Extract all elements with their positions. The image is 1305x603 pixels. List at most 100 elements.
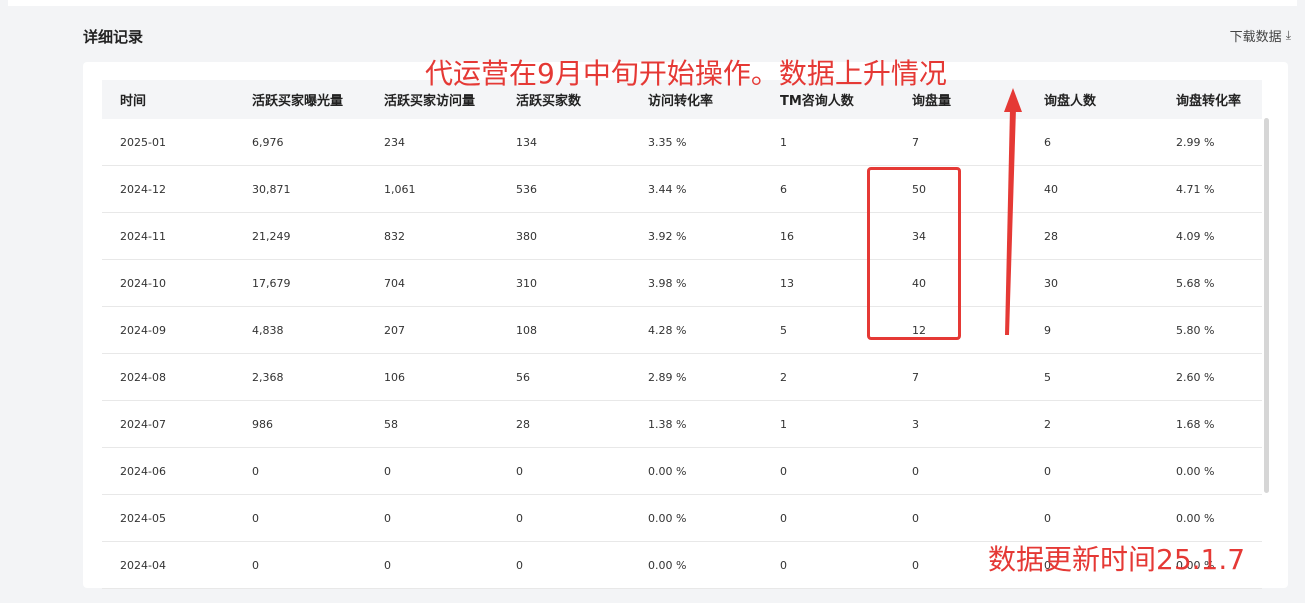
table-row: 2024-08 2,368 106 56 2.89 % 2 7 5 2.60 % (102, 353, 1262, 401)
table-cell: 6 (1026, 119, 1158, 166)
table-cell: 7 (894, 119, 1026, 166)
table-cell: 2025-01 (102, 119, 234, 166)
table-cell: 0 (366, 494, 498, 542)
table-cell: 986 (234, 400, 366, 448)
table-row: 2024-11 21,249 832 380 3.92 % 16 34 28 4.09 % (102, 212, 1262, 260)
table-cell: 2024-06 (102, 447, 234, 495)
table-cell: 1.68 % (1158, 400, 1262, 448)
table-cell: 17,679 (234, 259, 366, 307)
table-cell: 2024-10 (102, 259, 234, 307)
table-cell: 3.98 % (630, 259, 762, 307)
table-cell: 1 (762, 400, 894, 448)
table-cell: 0.00 % (1158, 494, 1262, 542)
table-cell: 0 (234, 541, 366, 589)
table-cell: 0.00 % (630, 447, 762, 495)
table-cell: 0 (498, 541, 630, 589)
table-cell: 134 (498, 119, 630, 166)
table-cell: 234 (366, 119, 498, 166)
table-cell: 4.28 % (630, 306, 762, 354)
table-cell: 0.00 % (630, 541, 762, 589)
table-cell: 1,061 (366, 165, 498, 213)
table-row: 2024-07 986 58 28 1.38 % 1 3 2 1.68 % (102, 400, 1262, 448)
table-row: 2024-10 17,679 704 310 3.98 % 13 40 30 5.68 % (102, 259, 1262, 307)
column-header: 活跃买家曝光量 (252, 94, 344, 109)
table-cell: 2024-04 (102, 541, 234, 589)
table-cell: 21,249 (234, 212, 366, 260)
table-row: 2025-01 6,976 234 134 3.35 % 1 7 6 2.99 % (102, 119, 1262, 166)
table-cell: 3.44 % (630, 165, 762, 213)
table-cell: 6,976 (234, 119, 366, 166)
table-cell: 832 (366, 212, 498, 260)
table-cell: 380 (498, 212, 630, 260)
table-cell: 4.71 % (1158, 165, 1262, 213)
table-cell: 2024-12 (102, 165, 234, 213)
table-cell: 2.99 % (1158, 119, 1262, 166)
table-cell: 5.80 % (1158, 306, 1262, 354)
table-cell: 2024-08 (102, 353, 234, 401)
table-cell: 0 (1026, 494, 1158, 542)
table-cell: 7 (894, 353, 1026, 401)
download-icon: ⤓ (1285, 28, 1291, 42)
download-data-button[interactable]: 下载数据 ⤓ (1230, 26, 1291, 45)
table-cell: 0 (366, 541, 498, 589)
table-cell: 108 (498, 306, 630, 354)
table-cell: 30 (1026, 259, 1158, 307)
table-container: 时间 活跃买家曝光量 活跃买家访问量 活跃买家数 访问转化率 TM咨询人数 询盘量 询盘人数询… (102, 80, 1270, 589)
table-cell: 0 (762, 447, 894, 495)
annotation-update-time: 数据更新时间25.1.7 (988, 543, 1246, 576)
table-cell: 2.60 % (1158, 353, 1262, 401)
table-cell: 3.35 % (630, 119, 762, 166)
detail-records-table: 时间 活跃买家曝光量 活跃买家访问量 活跃买家数 访问转化率 TM咨询人数 询盘量 询盘人数询… (102, 80, 1262, 589)
table-cell: 5 (1026, 353, 1158, 401)
table-cell: 3.92 % (630, 212, 762, 260)
table-cell: 2024-11 (102, 212, 234, 260)
table-cell: 2 (1026, 400, 1158, 448)
table-cell: 0 (498, 447, 630, 495)
table-cell: 0 (894, 447, 1026, 495)
table-cell: 28 (1026, 212, 1158, 260)
table-cell: 1.38 % (630, 400, 762, 448)
table-cell: 0.00 % (1158, 447, 1262, 495)
table-cell: 207 (366, 306, 498, 354)
table-cell: 2024-09 (102, 306, 234, 354)
table-cell: 0.00 % (630, 494, 762, 542)
table-cell: 4.09 % (1158, 212, 1262, 260)
table-row: 2024-06 0 0 0 0.00 % 0 0 0 0.00 % (102, 447, 1262, 495)
table-cell: 0 (234, 494, 366, 542)
table-cell: 30,871 (234, 165, 366, 213)
table-scrollbar[interactable] (1264, 118, 1269, 493)
inquiry-highlight-box (867, 167, 961, 340)
table-cell: 3 (894, 400, 1026, 448)
table-cell: 2024-05 (102, 494, 234, 542)
annotation-title: 代运营在9月中旬开始操作。数据上升情况 (425, 57, 947, 90)
table-cell: 0 (762, 494, 894, 542)
table-cell: 2 (762, 353, 894, 401)
table-row: 2024-09 4,838 207 108 4.28 % 5 12 9 5.80 % (102, 306, 1262, 354)
table-cell: 0 (762, 541, 894, 589)
table-cell: 310 (498, 259, 630, 307)
table-cell: 5.68 % (1158, 259, 1262, 307)
table-row: 2024-05 0 0 0 0.00 % 0 0 0 0.00 % (102, 494, 1262, 542)
table-cell: 0 (1026, 447, 1158, 495)
table-cell: 2.89 % (630, 353, 762, 401)
table-cell: 0 (234, 447, 366, 495)
table-cell: 0 (894, 494, 1026, 542)
table-cell: 58 (366, 400, 498, 448)
table-cell: 0 (366, 447, 498, 495)
table-cell: 704 (366, 259, 498, 307)
table-cell: 0 (498, 494, 630, 542)
table-row: 2024-12 30,871 1,061 536 3.44 % 6 50 40 4.71 % (102, 165, 1262, 213)
column-header: 询盘转化率 (1176, 94, 1242, 109)
table-cell: 106 (366, 353, 498, 401)
download-label: 下载数据 (1229, 30, 1282, 45)
table-cell: 9 (1026, 306, 1158, 354)
section-title: 详细记录 (83, 28, 144, 46)
column-header: 时间 (120, 94, 147, 109)
table-cell: 28 (498, 400, 630, 448)
table-cell: 536 (498, 165, 630, 213)
table-cell: 2,368 (234, 353, 366, 401)
table-cell: 4,838 (234, 306, 366, 354)
column-header: 询盘人数 (1044, 94, 1097, 109)
table-cell: 40 (1026, 165, 1158, 213)
detail-records-card: 时间 活跃买家曝光量 活跃买家访问量 活跃买家数 访问转化率 TM咨询人数 询盘量 询盘人数询… (83, 62, 1288, 589)
